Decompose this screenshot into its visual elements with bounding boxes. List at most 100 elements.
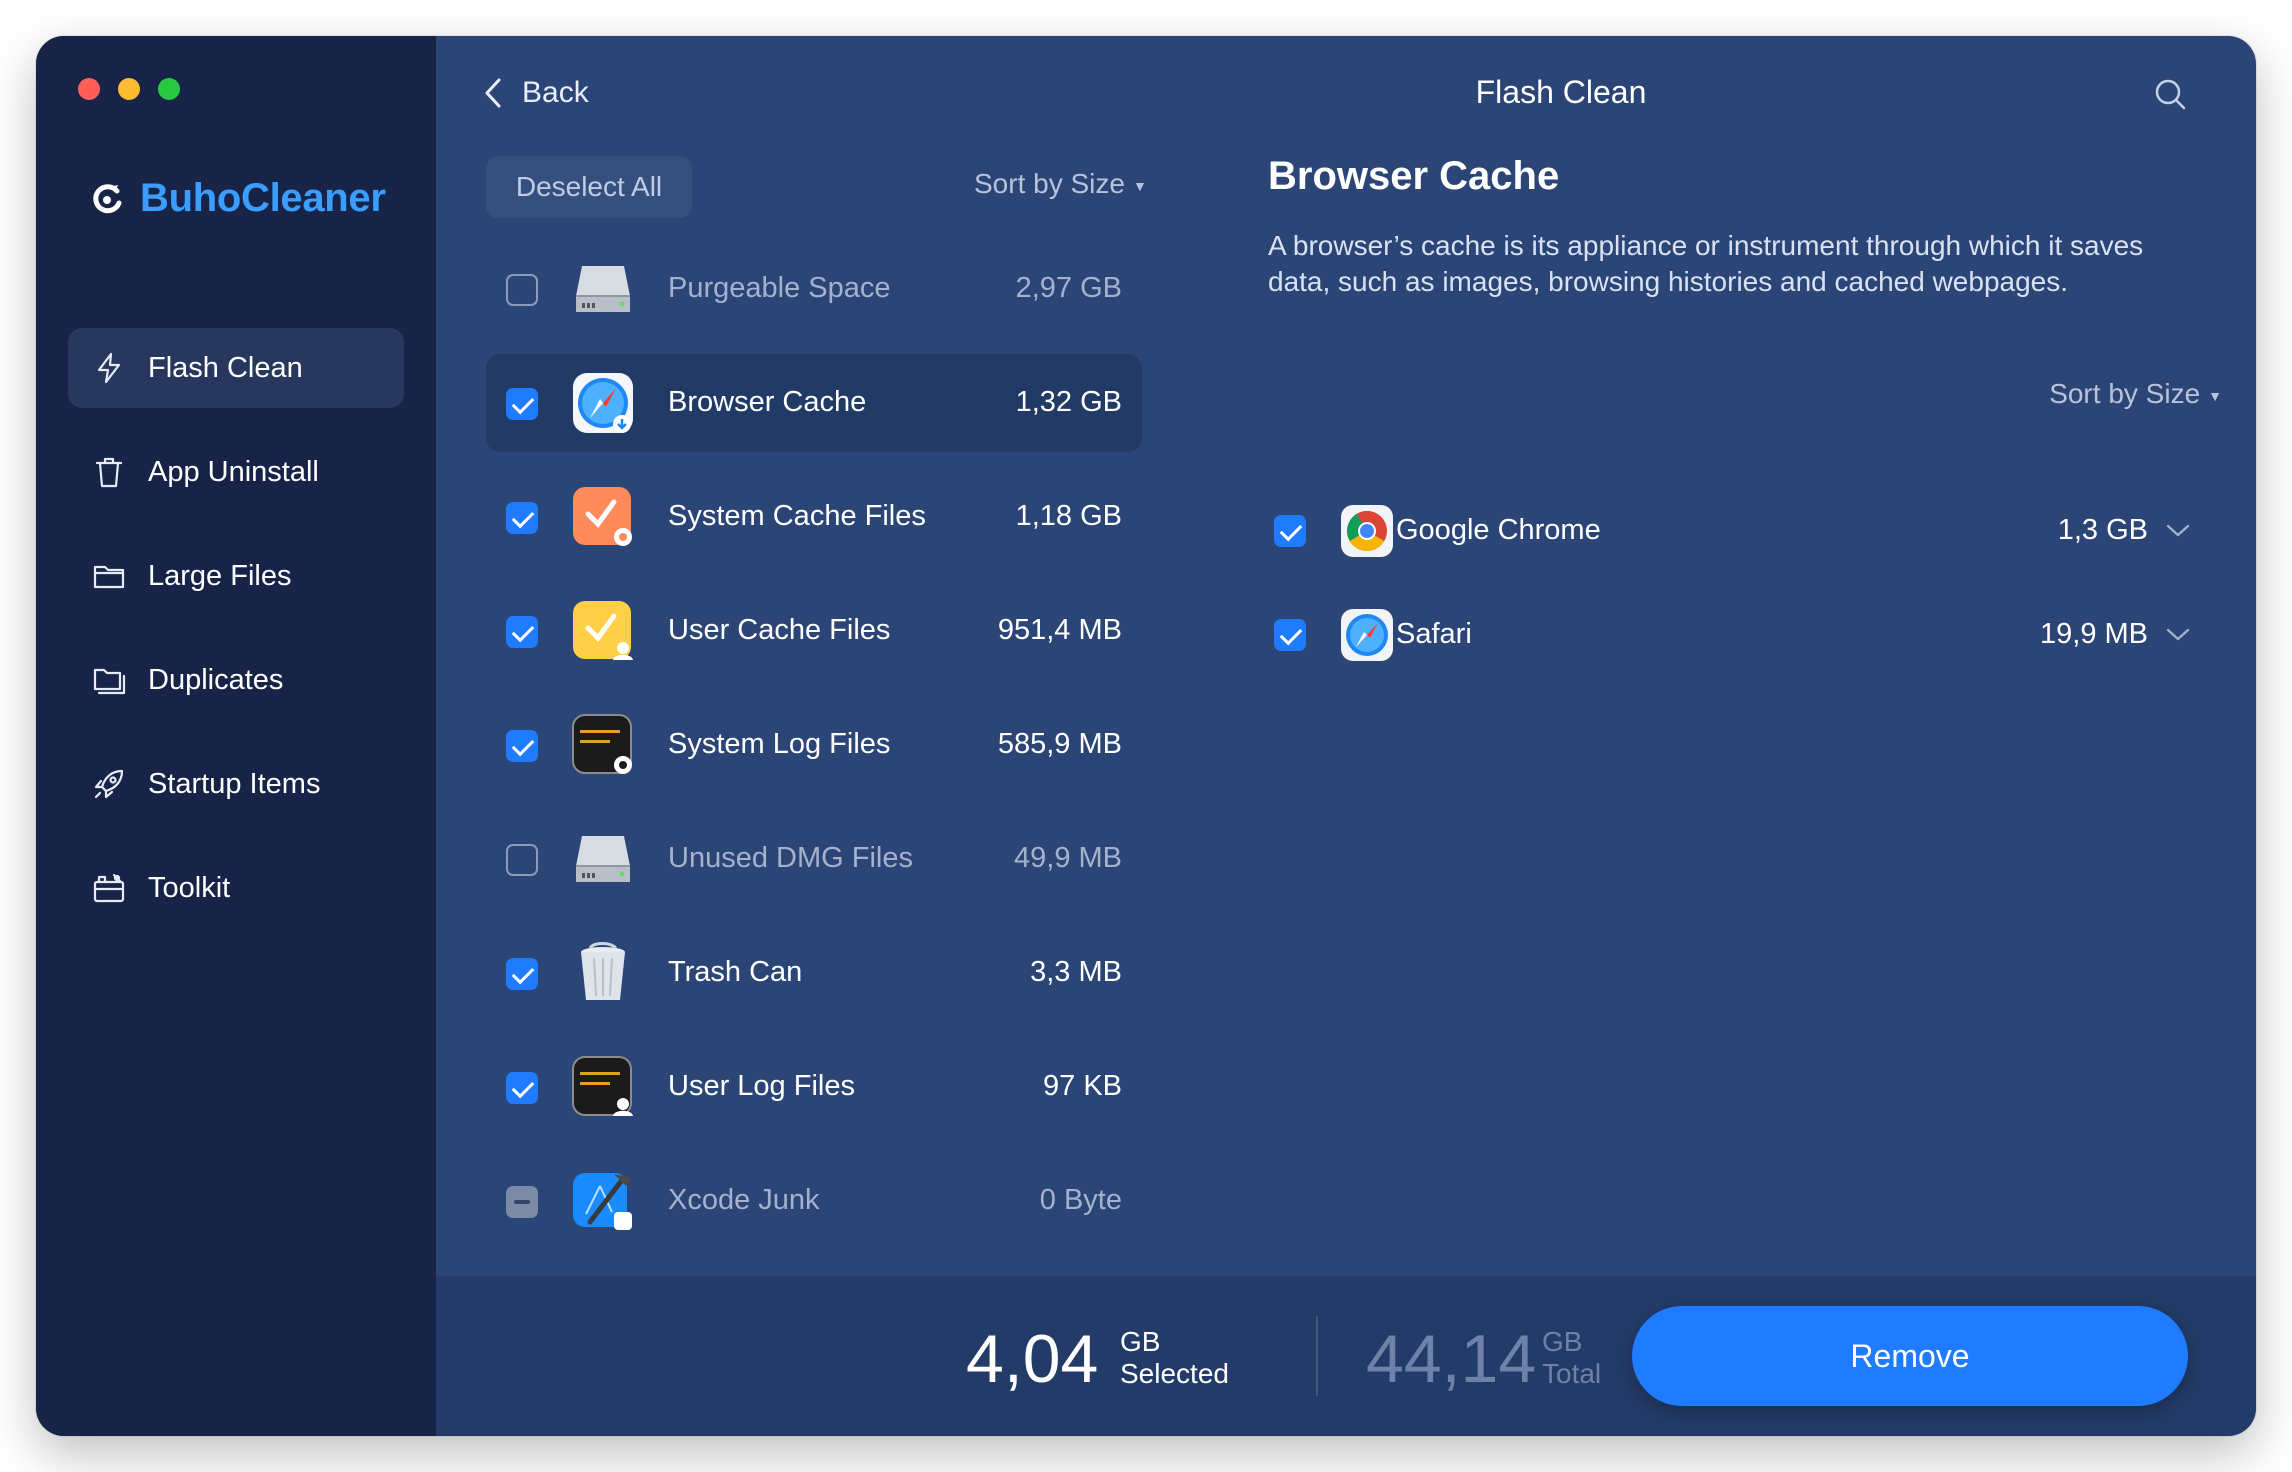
item-label: Purgeable Space <box>668 272 891 304</box>
browser-name: Google Chrome <box>1396 514 1601 546</box>
sidebar-item-duplicates[interactable]: Duplicates <box>68 640 404 720</box>
safari-icon <box>1341 609 1393 661</box>
item-size: 951,4 MB <box>997 614 1122 646</box>
bolt-icon <box>97 352 121 384</box>
checkbox[interactable] <box>506 844 538 876</box>
deselect-all-button[interactable]: Deselect All <box>486 156 692 218</box>
minimize-window-button[interactable] <box>118 78 140 100</box>
list-item-user-log-files[interactable]: User Log Files 97 KB <box>486 1038 1142 1136</box>
buhocleaner-logo-icon <box>93 183 122 213</box>
checkbox[interactable] <box>506 274 538 306</box>
sidebar-item-label: Toolkit <box>148 871 231 904</box>
caret-down-icon: ▼ <box>1132 177 1147 194</box>
chevron-down-icon[interactable] <box>2164 620 2192 648</box>
list-item-browser-cache[interactable]: Browser Cache 1,32 GB <box>486 354 1142 452</box>
sidebar: BuhoCleaner Flash Clean App Uninstall La… <box>36 36 436 1436</box>
zoom-window-button[interactable] <box>158 78 180 100</box>
trash-icon <box>95 457 123 488</box>
sort-label: Sort by Size <box>974 168 1125 199</box>
item-label: User Cache Files <box>668 614 891 646</box>
selected-label: Selected <box>1120 1358 1229 1389</box>
folder-icon <box>93 565 125 589</box>
browser-size: 19,9 MB <box>2040 618 2148 650</box>
sort-label: Sort by Size <box>2049 378 2201 409</box>
item-size: 585,9 MB <box>997 728 1122 760</box>
page-title: Flash Clean <box>1475 74 1647 110</box>
item-label: System Log Files <box>668 728 891 760</box>
sidebar-item-large-files[interactable]: Large Files <box>68 536 404 616</box>
sidebar-item-label: Duplicates <box>148 663 284 696</box>
selected-size-value: 4,04 <box>966 1321 1099 1397</box>
sidebar-item-toolkit[interactable]: Toolkit <box>68 848 404 928</box>
sidebar-item-label: Large Files <box>148 559 292 592</box>
user-log-icon <box>572 1056 633 1116</box>
selected-unit: GB <box>1120 1326 1161 1357</box>
browser-size: 1,3 GB <box>2057 514 2148 546</box>
sort-by-size-dropdown[interactable]: Sort by Size ▼ <box>974 168 1147 200</box>
list-item-system-log-files[interactable]: System Log Files 585,9 MB <box>486 696 1142 794</box>
drive-icon <box>576 836 630 882</box>
trash-can-icon <box>581 942 625 1000</box>
checkbox[interactable] <box>1274 515 1306 547</box>
page-title-wrap: Flash Clean <box>436 74 2256 111</box>
window-controls <box>78 78 180 100</box>
item-size: 49,9 MB <box>1014 842 1122 874</box>
checkbox[interactable] <box>1274 619 1306 651</box>
checkbox[interactable] <box>506 730 538 762</box>
item-label: Browser Cache <box>668 386 867 418</box>
total-size-unit: GB Total <box>1542 1326 1601 1390</box>
app-window: BuhoCleaner Flash Clean App Uninstall La… <box>36 36 2256 1436</box>
item-label: Unused DMG Files <box>668 842 913 874</box>
item-size: 3,3 MB <box>1030 956 1122 988</box>
sidebar-item-app-uninstall[interactable]: App Uninstall <box>68 432 404 512</box>
sidebar-item-flash-clean[interactable]: Flash Clean <box>68 328 404 408</box>
total-size-value: 44,14 <box>1366 1321 1537 1397</box>
chevron-down-icon[interactable] <box>2164 516 2192 544</box>
item-size: 1,32 GB <box>1015 386 1122 418</box>
item-label: Xcode Junk <box>668 1184 820 1216</box>
browser-row-safari[interactable]: Safari 19,9 MB <box>1268 590 2228 680</box>
system-log-icon <box>572 714 632 774</box>
sort-by-size-dropdown[interactable]: Sort by Size ▼ <box>2049 378 2222 410</box>
main-content: Back Flash Clean Deselect All Sort by Si… <box>436 36 2256 1436</box>
checkbox[interactable] <box>506 388 538 420</box>
safari-download-icon <box>573 373 633 433</box>
sidebar-item-startup-items[interactable]: Startup Items <box>68 744 404 824</box>
total-label: Total <box>1542 1358 1602 1389</box>
checkbox[interactable] <box>506 1186 538 1218</box>
brand: BuhoCleaner <box>90 176 386 221</box>
clean-category-list: Purgeable Space 2,97 GB Browser Cache 1,… <box>486 240 1142 1266</box>
duplicate-folder-icon <box>93 668 126 695</box>
brand-name: BuhoCleaner <box>140 176 386 220</box>
search-button[interactable] <box>2152 76 2188 112</box>
checkbox[interactable] <box>506 502 538 534</box>
rocket-icon <box>94 769 124 799</box>
toolbar: Back Flash Clean <box>436 36 2256 148</box>
list-item-purgeable-space[interactable]: Purgeable Space 2,97 GB <box>486 240 1142 338</box>
item-label: Trash Can <box>668 956 803 988</box>
browser-name: Safari <box>1396 618 1472 650</box>
list-item-system-cache-files[interactable]: System Cache Files 1,18 GB <box>486 468 1142 566</box>
list-item-unused-dmg-files[interactable]: Unused DMG Files 49,9 MB <box>486 810 1142 908</box>
sidebar-item-label: Startup Items <box>148 767 321 800</box>
sidebar-item-label: Flash Clean <box>148 351 303 384</box>
search-icon <box>2155 79 2186 110</box>
xcode-icon <box>573 1173 632 1230</box>
footer-bar: 4,04 GB Selected 44,14 GB Total Remove <box>436 1276 2256 1436</box>
detail-description: A browser’s cache is its appliance or in… <box>1268 230 2144 297</box>
checkbox[interactable] <box>506 958 538 990</box>
sidebar-item-label: App Uninstall <box>148 455 319 488</box>
remove-button[interactable]: Remove <box>1632 1306 2188 1406</box>
checkbox[interactable] <box>506 1072 538 1104</box>
item-label: User Log Files <box>668 1070 855 1102</box>
list-item-xcode-junk[interactable]: Xcode Junk 0 Byte <box>486 1152 1142 1250</box>
drive-icon <box>576 266 630 312</box>
list-item-user-cache-files[interactable]: User Cache Files 951,4 MB <box>486 582 1142 680</box>
close-window-button[interactable] <box>78 78 100 100</box>
item-size: 97 KB <box>1043 1070 1122 1102</box>
caret-down-icon: ▼ <box>2208 387 2222 404</box>
list-item-trash-can[interactable]: Trash Can 3,3 MB <box>486 924 1142 1022</box>
browser-row-google-chrome[interactable]: Google Chrome 1,3 GB <box>1268 486 2228 576</box>
checkbox[interactable] <box>506 616 538 648</box>
system-cache-icon <box>573 487 632 546</box>
